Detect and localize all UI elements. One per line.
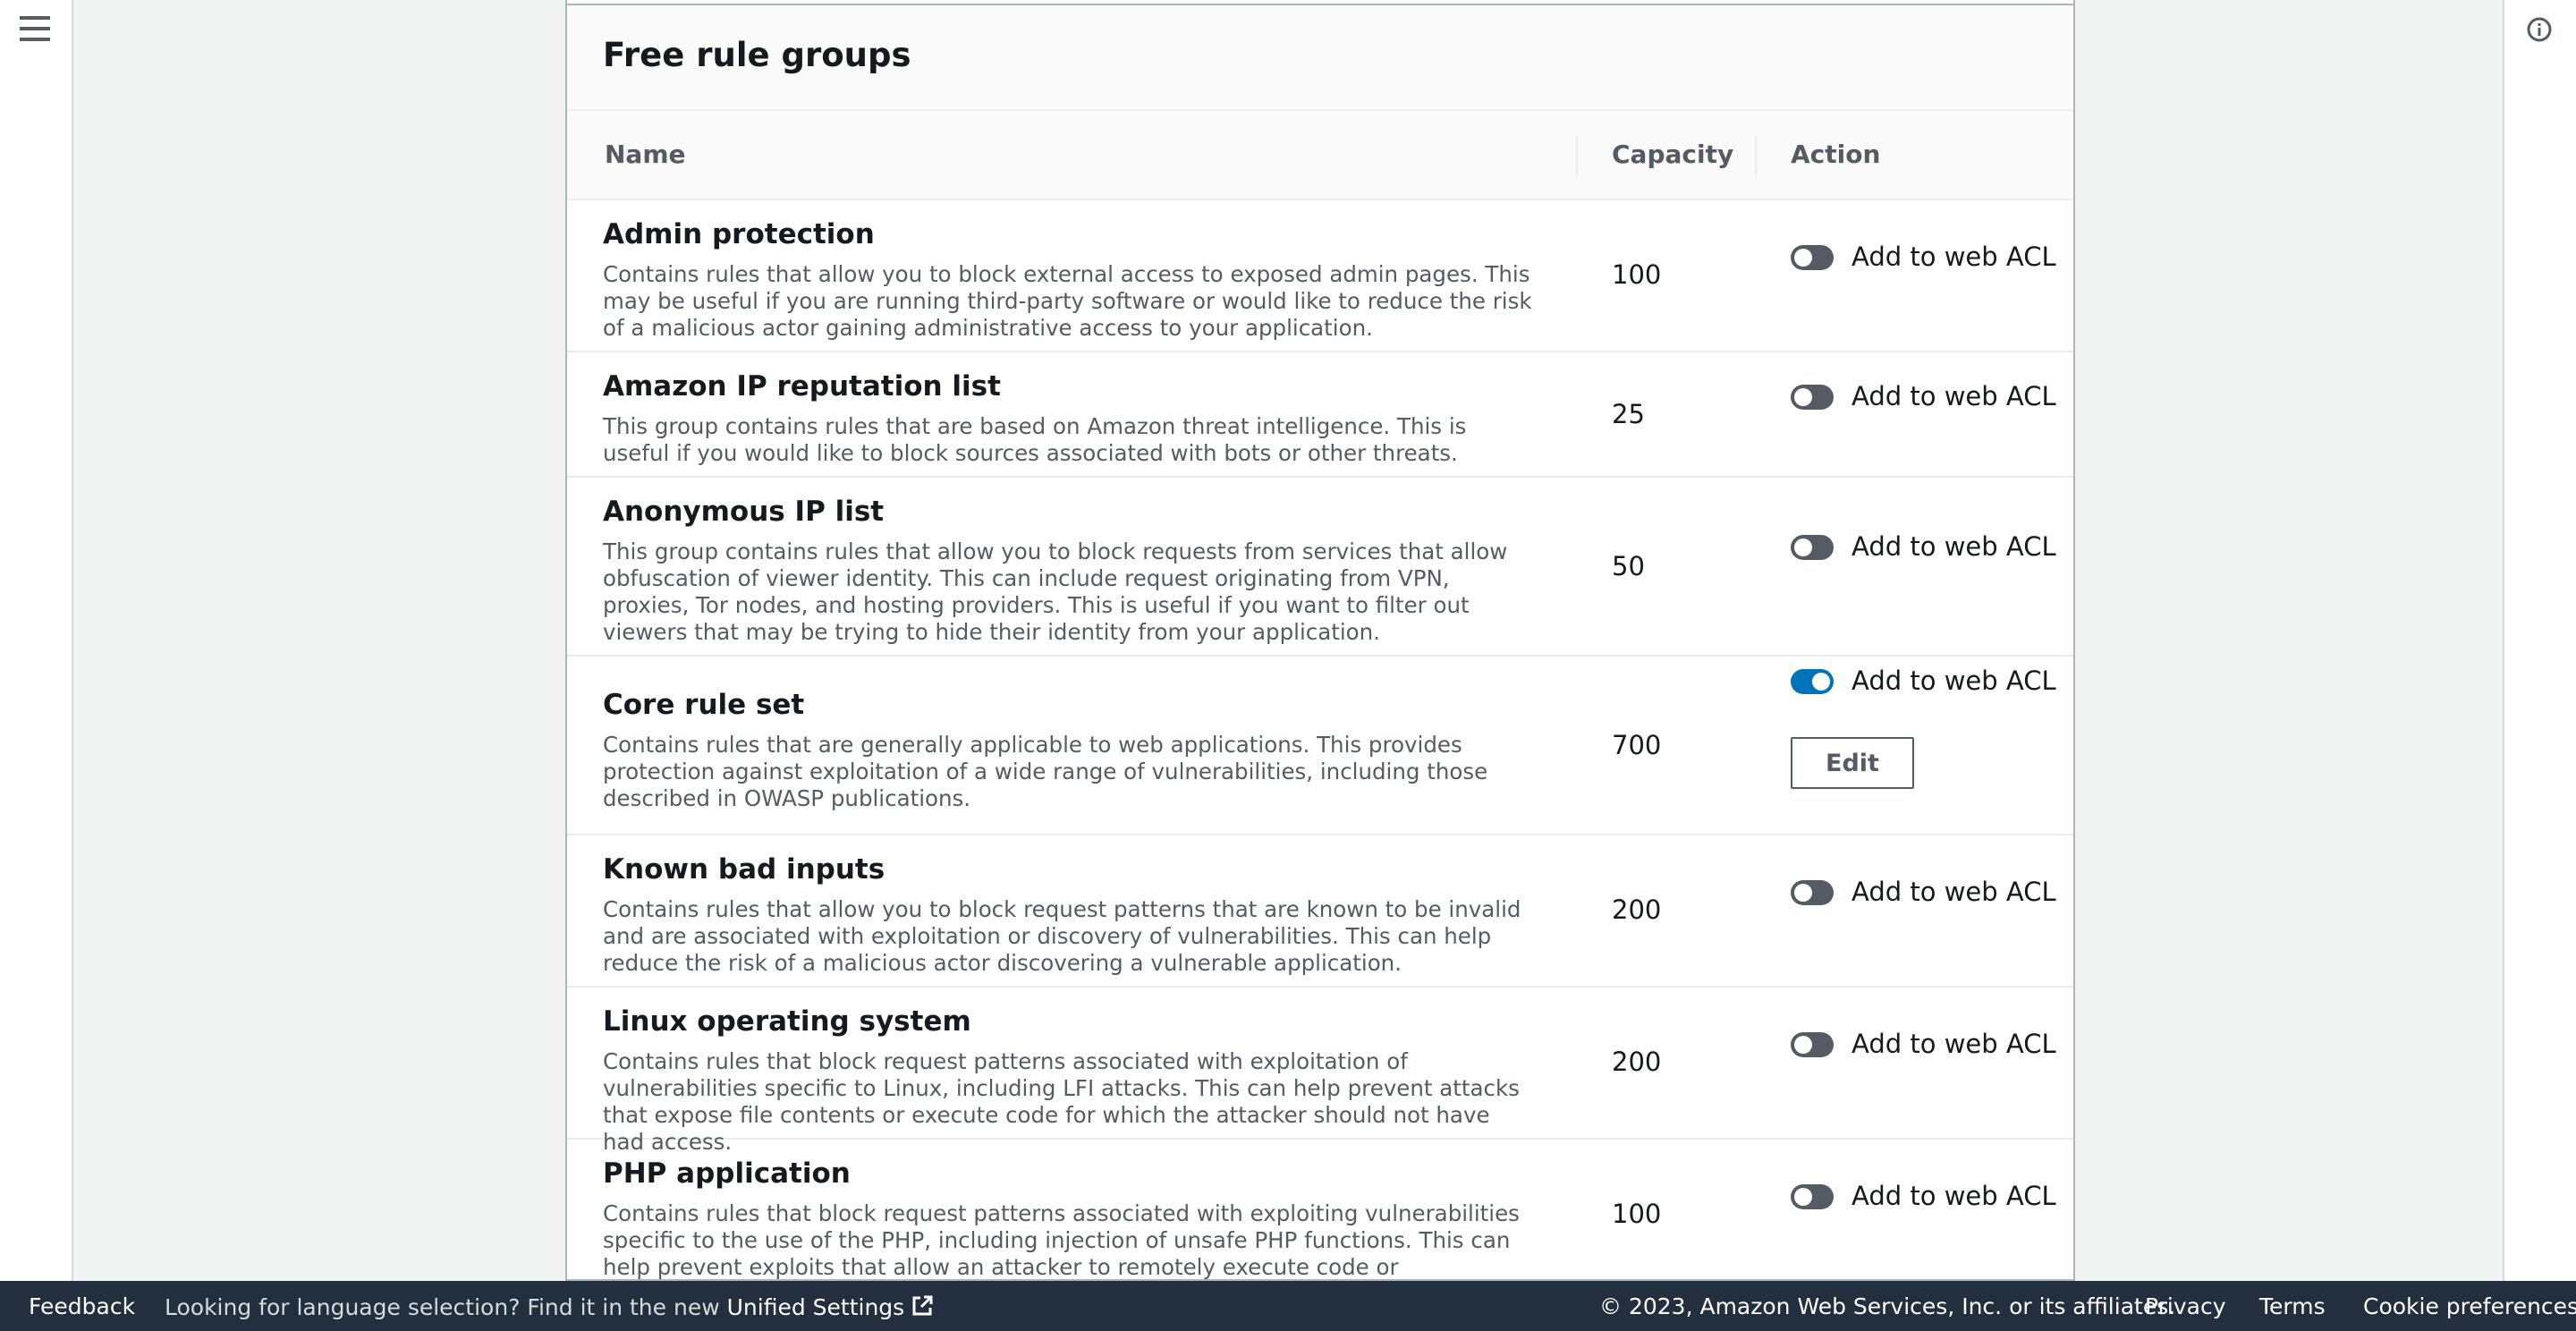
toggle-knob [1794, 538, 1812, 556]
privacy-link[interactable]: Privacy [2145, 1293, 2226, 1319]
table-row: Admin protection Contains rules that all… [567, 200, 2073, 352]
toggle-knob [1794, 1188, 1812, 1206]
unified-settings-label: Unified Settings [726, 1294, 905, 1320]
rule-group-capacity: 200 [1612, 894, 1662, 925]
rule-group-name: Linux operating system [603, 1005, 971, 1038]
free-rule-groups-panel: Free rule groups Name Capacity Action Ad… [565, 0, 2075, 1281]
toggle-label: Add to web ACL [1852, 381, 2056, 411]
unified-settings-link[interactable]: Unified Settings [727, 1294, 936, 1320]
external-link-icon [912, 1295, 933, 1316]
toggle-knob [1794, 884, 1812, 902]
column-header-action: Action [1791, 140, 1881, 169]
rule-group-capacity: 100 [1612, 1199, 1662, 1229]
cookie-preferences-link[interactable]: Cookie preferences [2363, 1293, 2576, 1319]
toggle-label: Add to web ACL [1852, 242, 2056, 272]
toggle-knob [1794, 249, 1812, 267]
feedback-link[interactable]: Feedback [29, 1293, 135, 1319]
hamburger-menu-icon[interactable] [20, 16, 50, 43]
rule-group-capacity: 200 [1612, 1047, 1662, 1077]
rule-group-description: Contains rules that are generally applic… [603, 732, 1488, 811]
table-row: PHP application Contains rules that bloc… [567, 1140, 2073, 1280]
language-notice: Looking for language selection? Find it … [165, 1293, 935, 1320]
rule-group-capacity: 50 [1612, 551, 1645, 581]
table-header: Name Capacity Action [567, 111, 2073, 200]
rule-group-capacity: 25 [1612, 399, 1645, 429]
rule-group-name: PHP application [603, 1157, 851, 1190]
toggle-knob [1794, 1036, 1812, 1054]
toggle-knob [1812, 673, 1830, 691]
rule-group-description: Contains rules that block request patter… [603, 1200, 1520, 1280]
column-header-capacity: Capacity [1612, 140, 1734, 169]
copyright-text: © 2023, Amazon Web Services, Inc. or its… [1599, 1293, 2176, 1319]
table-row: Known bad inputs Contains rules that all… [567, 835, 2073, 988]
column-divider [1755, 136, 1757, 175]
info-icon[interactable] [2526, 16, 2553, 43]
rule-group-capacity: 700 [1612, 730, 1662, 760]
toggle-label: Add to web ACL [1852, 1029, 2056, 1059]
console-footer: Feedback Looking for language selection?… [0, 1281, 2576, 1331]
add-to-web-acl-toggle[interactable] [1791, 385, 1834, 410]
toggle-label: Add to web ACL [1852, 877, 2056, 907]
rule-group-capacity: 100 [1612, 259, 1662, 290]
add-to-web-acl-toggle[interactable] [1791, 880, 1834, 905]
add-to-web-acl-toggle[interactable] [1791, 669, 1834, 694]
edit-button[interactable]: Edit [1791, 737, 1914, 789]
toggle-label: Add to web ACL [1852, 1181, 2056, 1211]
table-row: Linux operating system Contains rules th… [567, 988, 2073, 1155]
rule-group-name: Amazon IP reputation list [603, 370, 1001, 403]
rule-group-name: Admin protection [603, 218, 875, 250]
toggle-label: Add to web ACL [1852, 666, 2056, 696]
add-to-web-acl-toggle[interactable] [1791, 1032, 1834, 1057]
rule-group-name: Core rule set [603, 689, 805, 721]
right-tools-rail [2503, 0, 2576, 1281]
add-to-web-acl-toggle[interactable] [1791, 245, 1834, 270]
toggle-label: Add to web ACL [1852, 531, 2056, 562]
rule-group-description: Contains rules that allow you to block e… [603, 261, 1532, 341]
column-header-name: Name [605, 140, 686, 169]
panel-title: Free rule groups [603, 36, 911, 74]
table-row: Core rule set Contains rules that are ge… [567, 657, 2073, 835]
rule-group-description: Contains rules that allow you to block r… [603, 896, 1521, 976]
table-row: Amazon IP reputation list This group con… [567, 352, 2073, 478]
table-row: Anonymous IP list This group contains ru… [567, 478, 2073, 657]
terms-link[interactable]: Terms [2259, 1293, 2326, 1319]
panel-header: Free rule groups [567, 5, 2073, 111]
toggle-knob [1794, 388, 1812, 406]
rule-group-name: Known bad inputs [603, 853, 886, 886]
add-to-web-acl-toggle[interactable] [1791, 1184, 1834, 1209]
rule-group-name: Anonymous IP list [603, 496, 885, 528]
left-nav-rail [0, 0, 73, 1281]
rule-group-description: This group contains rules that allow you… [603, 538, 1508, 645]
column-divider [1576, 136, 1578, 175]
rule-group-description: This group contains rules that are based… [603, 413, 1467, 466]
language-notice-text: Looking for language selection? Find it … [165, 1294, 720, 1320]
add-to-web-acl-toggle[interactable] [1791, 535, 1834, 560]
